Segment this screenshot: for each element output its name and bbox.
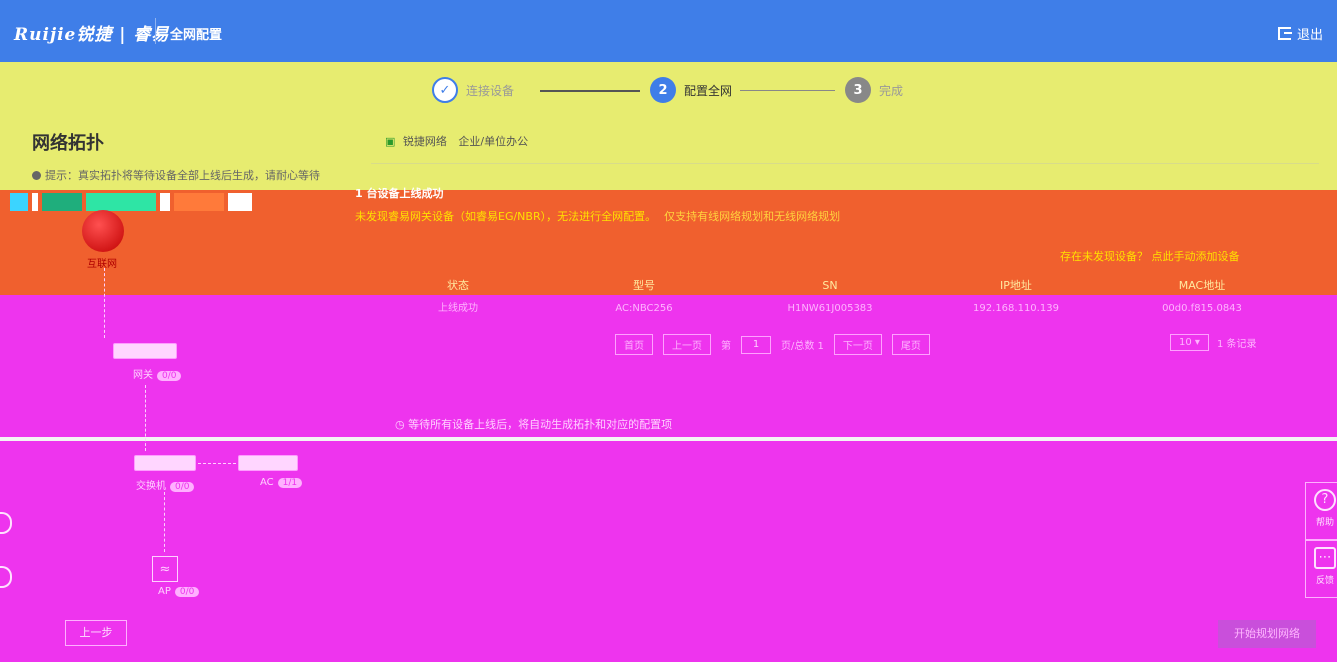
prev-step-button[interactable]: 上一步 (65, 620, 127, 646)
start-planning-button[interactable]: 开始规划网络 (1218, 620, 1316, 648)
gateway-label: 网关 0/0 (133, 366, 182, 381)
help-button[interactable]: ? 帮助 (1305, 482, 1337, 540)
ac-device-icon[interactable] (238, 455, 298, 471)
ap-label: AP 0/0 (158, 586, 200, 597)
link-line (198, 463, 236, 464)
feedback-button[interactable]: ⋯ 反馈 (1305, 540, 1337, 598)
switch-label: 交换机 0/0 (136, 477, 195, 492)
wifi-ap-icon[interactable]: ≈ (152, 556, 178, 582)
switch-device-icon[interactable] (134, 455, 196, 471)
gateway-device-icon[interactable] (113, 343, 177, 359)
question-icon: ? (1314, 489, 1336, 511)
chat-icon: ⋯ (1314, 547, 1336, 569)
internet-globe-icon[interactable] (82, 210, 124, 252)
link-line (104, 268, 105, 338)
topology-diagram: 互联网 网关 0/0 交换机 0/0 AC 1/1 ≈ AP 0/0 (0, 0, 1337, 662)
internet-label: 互联网 (87, 259, 117, 270)
link-line (145, 385, 146, 451)
ac-label: AC 1/1 (260, 477, 303, 488)
link-line (164, 492, 165, 552)
